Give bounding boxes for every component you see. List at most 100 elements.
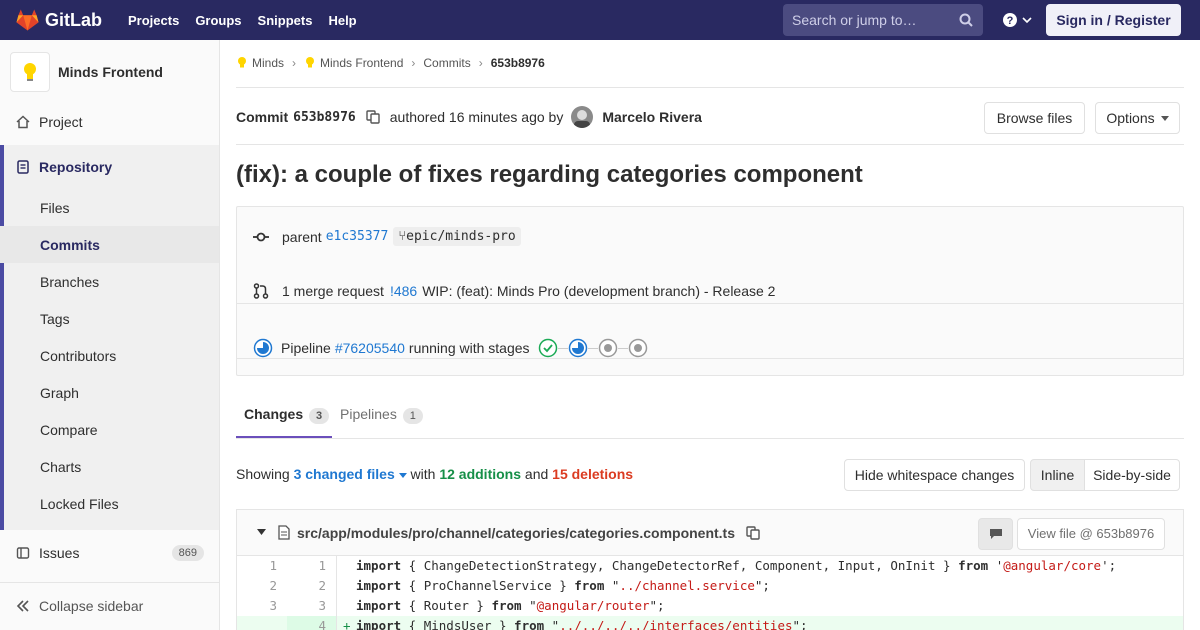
old-line-number[interactable]: 1 bbox=[237, 556, 287, 576]
sidebar-item-label: Repository bbox=[39, 159, 113, 175]
mr-link[interactable]: !486 bbox=[390, 283, 417, 299]
pipeline-label: Pipeline bbox=[281, 340, 331, 356]
chevron-right-icon: › bbox=[411, 56, 416, 70]
breadcrumb-current[interactable]: 653b8976 bbox=[491, 56, 545, 70]
project-name: Minds Frontend bbox=[58, 64, 163, 80]
new-line-number[interactable]: 1 bbox=[287, 556, 337, 576]
signin-button[interactable]: Sign in / Register bbox=[1046, 4, 1181, 36]
top-navbar: GitLab Projects Groups Snippets Help Sea… bbox=[0, 0, 1200, 40]
divider bbox=[237, 358, 1183, 359]
divider bbox=[237, 303, 1183, 304]
parent-sha-link[interactable]: e1c35377 bbox=[326, 229, 389, 244]
pipeline-link[interactable]: #76205540 bbox=[335, 340, 405, 356]
old-line-number[interactable]: 2 bbox=[237, 576, 287, 596]
comments-toggle-button[interactable] bbox=[978, 518, 1013, 550]
sidebar-item-commits[interactable]: Commits bbox=[40, 237, 100, 253]
keyword: import bbox=[356, 598, 402, 613]
options-dropdown[interactable]: Options bbox=[1095, 102, 1180, 134]
sidebar-item-charts[interactable]: Charts bbox=[40, 459, 81, 475]
sidebar-item-tags[interactable]: Tags bbox=[40, 311, 70, 327]
search-input[interactable]: Search or jump to… bbox=[783, 4, 983, 36]
new-line-number[interactable]: 2 bbox=[287, 576, 337, 596]
sidebar-item-project[interactable]: Project bbox=[0, 102, 219, 142]
sidebar-item-repository[interactable]: Repository bbox=[0, 147, 219, 187]
code-body: { ChangeDetectionStrategy, ChangeDetecto… bbox=[401, 558, 959, 573]
caret-down-icon[interactable] bbox=[257, 529, 266, 536]
sidebar-project[interactable]: Minds Frontend bbox=[10, 52, 163, 92]
browse-files-button[interactable]: Browse files bbox=[984, 102, 1085, 134]
help-dropdown[interactable]: ? bbox=[1002, 12, 1032, 28]
copy-icon[interactable] bbox=[746, 526, 760, 540]
commit-label: Commit bbox=[236, 109, 289, 125]
document-icon bbox=[17, 160, 29, 174]
diff-line: 4 + import { MindsUser } from "../../../..… bbox=[237, 616, 1183, 630]
sidebar-item-locked-files[interactable]: Locked Files bbox=[40, 496, 119, 512]
quote: ' bbox=[988, 558, 1004, 573]
sidebar-item-branches[interactable]: Branches bbox=[40, 274, 99, 290]
avatar[interactable] bbox=[571, 106, 594, 128]
diff-line: 1 1 import { ChangeDetectionStrategy, Chan… bbox=[237, 556, 1183, 576]
sidebar-item-label: Project bbox=[39, 114, 83, 130]
hide-whitespace-button[interactable]: Hide whitespace changes bbox=[844, 459, 1025, 491]
sidebar-item-contributors[interactable]: Contributors bbox=[40, 348, 116, 364]
sidebar-item-files[interactable]: Files bbox=[40, 200, 70, 216]
string-literal: @angular/router bbox=[536, 598, 650, 613]
nav-snippets[interactable]: Snippets bbox=[258, 13, 313, 28]
view-file-button[interactable]: View file @ 653b8976 bbox=[1017, 518, 1165, 550]
breadcrumb: Minds › Minds Frontend › Commits › 653b8… bbox=[236, 56, 545, 70]
stage-success-icon[interactable] bbox=[538, 338, 558, 358]
pipeline-status-text: running with stages bbox=[408, 340, 530, 356]
pipeline-row: Pipeline #76205540 running with stages bbox=[253, 338, 648, 358]
changed-files-label: 3 changed files bbox=[293, 466, 395, 482]
merge-request-row: 1 merge request !486 WIP: (feat): Minds … bbox=[253, 283, 775, 299]
sidebar-item-issues[interactable]: Issues 869 bbox=[0, 533, 219, 573]
active-indicator bbox=[0, 145, 4, 530]
parent-row: parent e1c35377 ⑂epic/minds-pro bbox=[253, 227, 521, 246]
file-path[interactable]: src/app/modules/pro/channel/categories/c… bbox=[297, 525, 735, 541]
sidebar-item-compare[interactable]: Compare bbox=[40, 422, 98, 438]
stage-created-icon[interactable] bbox=[628, 338, 648, 358]
diff-stats: Showing 3 changed files with 12 addition… bbox=[236, 466, 633, 482]
changes-count-badge: 3 bbox=[309, 408, 330, 424]
changed-files-dropdown[interactable]: 3 changed files bbox=[294, 466, 407, 482]
chevron-down-icon bbox=[1022, 17, 1032, 24]
stage-running-icon[interactable] bbox=[568, 338, 588, 358]
new-line-number[interactable]: 3 bbox=[287, 596, 337, 616]
author-name[interactable]: Marcelo Rivera bbox=[602, 109, 702, 125]
collapse-sidebar-button[interactable]: Collapse sidebar bbox=[0, 586, 219, 626]
pipeline-stages bbox=[538, 338, 648, 358]
quote: " bbox=[604, 578, 620, 593]
lightbulb-icon bbox=[238, 57, 246, 68]
side-by-side-button[interactable]: Side-by-side bbox=[1084, 459, 1180, 491]
authored-text: authored 16 minutes ago by bbox=[389, 109, 564, 125]
tab-changes[interactable]: Changes 3 bbox=[244, 406, 330, 424]
copy-icon[interactable] bbox=[366, 110, 380, 124]
breadcrumb-minds-frontend[interactable]: Minds Frontend bbox=[320, 56, 403, 70]
breadcrumb-minds[interactable]: Minds bbox=[252, 56, 284, 70]
divider bbox=[236, 87, 1184, 88]
double-chevron-left-icon bbox=[16, 600, 29, 612]
options-label: Options bbox=[1106, 110, 1155, 126]
string-literal: ../channel.service bbox=[619, 578, 755, 593]
diff-line: 3 3 import { Router } from "@angular/route… bbox=[237, 596, 1183, 616]
pipeline-running-icon bbox=[253, 338, 273, 358]
branch-badge[interactable]: ⑂epic/minds-pro bbox=[393, 227, 521, 246]
branch-icon: ⑂ bbox=[398, 229, 407, 244]
breadcrumb-commits[interactable]: Commits bbox=[423, 56, 470, 70]
active-item-highlight bbox=[0, 226, 219, 263]
stage-created-icon[interactable] bbox=[598, 338, 618, 358]
inline-view-button[interactable]: Inline bbox=[1030, 459, 1085, 491]
nav-help[interactable]: Help bbox=[328, 13, 356, 28]
nav-groups[interactable]: Groups bbox=[195, 13, 241, 28]
gitlab-logo[interactable]: GitLab bbox=[16, 9, 102, 31]
old-line-number[interactable]: 3 bbox=[237, 596, 287, 616]
author-photo bbox=[574, 110, 591, 128]
nav-projects[interactable]: Projects bbox=[128, 13, 179, 28]
quote: '; bbox=[1101, 558, 1117, 573]
tab-pipelines[interactable]: Pipelines 1 bbox=[340, 406, 423, 424]
new-line-number[interactable]: 4 bbox=[287, 616, 337, 630]
tab-label: Pipelines bbox=[340, 406, 397, 422]
sidebar-item-graph[interactable]: Graph bbox=[40, 385, 79, 401]
code-body: { MindsUser } bbox=[401, 618, 515, 630]
project-avatar bbox=[10, 52, 50, 92]
